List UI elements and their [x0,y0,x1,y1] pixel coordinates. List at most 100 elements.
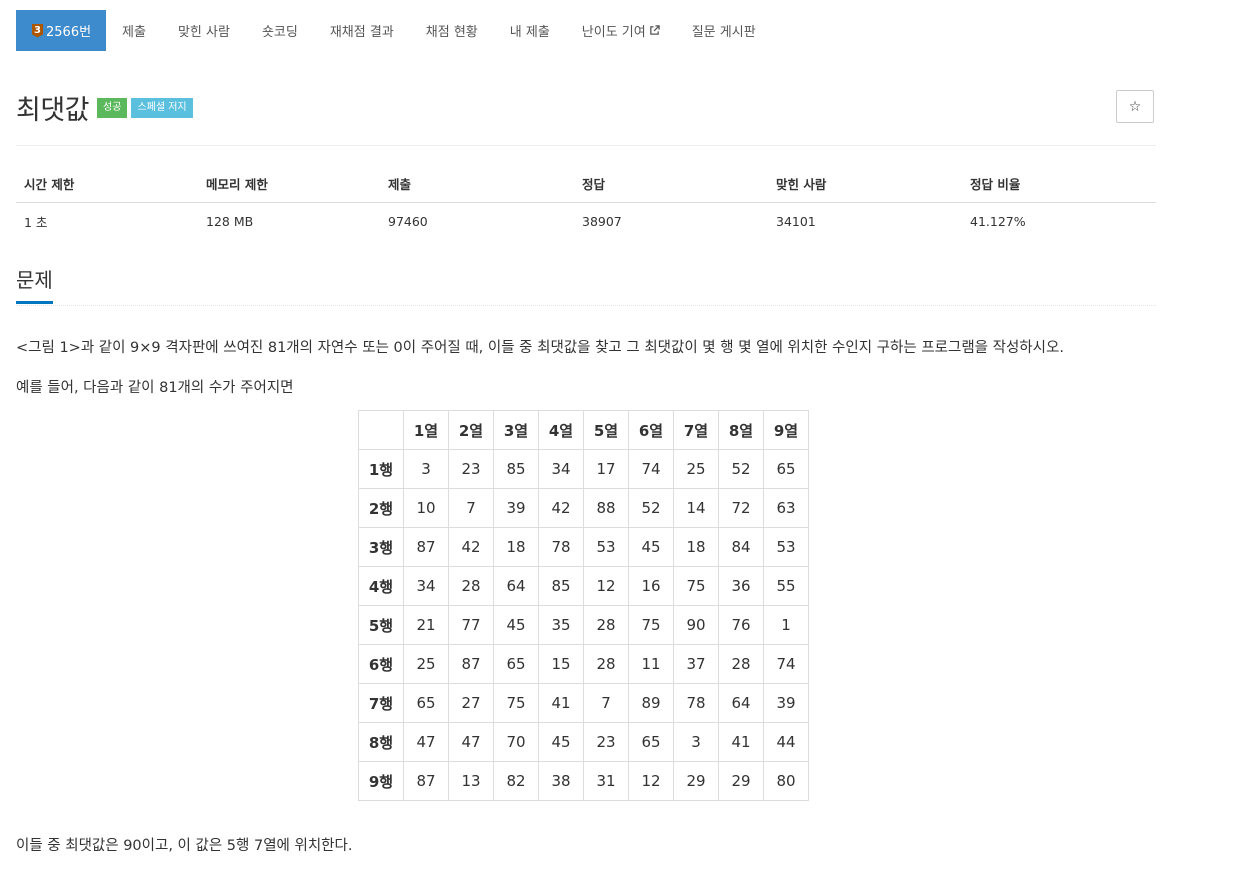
grid-cell: 18 [673,527,719,567]
grid-cell: 44 [763,722,809,762]
grid-cell: 12 [583,566,629,606]
grid-cell: 85 [538,566,584,606]
grid-row-header: 9행 [358,761,404,801]
grid-cell: 75 [673,566,719,606]
grid-cell: 88 [583,488,629,528]
grid-cell: 65 [628,722,674,762]
grid-cell: 90 [673,605,719,645]
grid-col-header: 3열 [493,410,539,450]
header-time-limit: 시간 제한 [16,165,198,203]
example-intro: 예를 들어, 다음과 같이 81개의 수가 주어지면 [16,380,294,396]
grid-cell: 12 [628,761,674,801]
grid-cell: 41 [718,722,764,762]
grid-cell: 34 [403,566,449,606]
grid-cell: 53 [583,527,629,567]
grid-cell: 45 [538,722,584,762]
grid-row: 7행 65 27 75 41 7 89 78 64 39 [358,683,809,723]
grid-cell: 42 [448,527,494,567]
grid-cell: 27 [448,683,494,723]
value-accepted: 38907 [582,214,622,229]
grid-cell: 47 [448,722,494,762]
problem-info-table: 시간 제한 메모리 제한 제출 정답 맞힌 사람 정답 비율 1 초 128 M… [16,165,1156,240]
grid-cell: 74 [763,644,809,684]
value-solved-users: 34101 [776,214,816,229]
grid-cell: 85 [493,449,539,489]
nav-solved-users[interactable]: 맞힌 사람 [162,10,246,51]
grid-cell: 74 [628,449,674,489]
special-judge-badge: 스페셜 저지 [131,97,193,118]
grid-cell: 25 [673,449,719,489]
grid-cell: 45 [493,605,539,645]
problem-title-row: 최댓값 성공 스페셜 저지 [16,88,193,127]
external-link-icon [649,25,660,35]
grid-cell: 53 [763,527,809,567]
value-submissions: 97460 [388,214,428,229]
grid-cell: 65 [763,449,809,489]
grid-cell: 36 [718,566,764,606]
grid-cell: 23 [448,449,494,489]
grid-cell: 7 [448,488,494,528]
divider [16,145,1156,146]
grid-cell: 52 [718,449,764,489]
grid-row-header: 4행 [358,566,404,606]
grid-cell: 13 [448,761,494,801]
header-submissions: 제출 [380,165,574,203]
nav-judge-status[interactable]: 채점 현황 [410,10,494,51]
nav-difficulty-contribution[interactable]: 난이도 기여 [566,10,676,51]
grid-cell: 45 [628,527,674,567]
value-time-limit: 1 초 [24,215,48,230]
grid-cell: 87 [403,761,449,801]
grid-col-header: 5열 [583,410,629,450]
nav-problem-tab[interactable]: 3 2566번 [16,10,107,51]
grid-row-header: 5행 [358,605,404,645]
grid-cell: 52 [628,488,674,528]
grid-cell: 82 [493,761,539,801]
grid-col-header: 2열 [448,410,494,450]
grid-cell: 76 [718,605,764,645]
grid-col-header: 6열 [628,410,674,450]
nav-submit[interactable]: 제출 [106,10,162,51]
nav-short-coding[interactable]: 숏코딩 [246,10,314,51]
grid-row-header: 8행 [358,722,404,762]
grid-cell: 28 [583,644,629,684]
grid-cell: 64 [493,566,539,606]
grid-cell: 77 [448,605,494,645]
grid-row: 3행 87 42 18 78 53 45 18 84 53 [358,527,809,567]
grid-cell: 18 [493,527,539,567]
grid-cell: 31 [583,761,629,801]
solved-badge: 성공 [97,97,128,118]
header-accepted: 정답 [574,165,768,203]
header-accept-ratio: 정답 비율 [962,165,1156,203]
grid-cell: 80 [763,761,809,801]
grid-cell: 23 [583,722,629,762]
grid-cell: 75 [493,683,539,723]
nav-qna-board[interactable]: 질문 게시판 [676,10,772,51]
grid-cell: 87 [403,527,449,567]
grid-row-header: 6행 [358,644,404,684]
grid-row: 1행 3 23 85 34 17 74 25 52 65 [358,449,809,489]
nav-problem-number: 2566번 [46,25,92,40]
grid-cell: 21 [403,605,449,645]
nav-my-submissions[interactable]: 내 제출 [494,10,566,51]
problem-description: <그림 1>과 같이 9×9 격자판에 쓰여진 81개의 자연수 또는 0이 주… [16,340,1064,356]
grid-cell: 14 [673,488,719,528]
grid-cell: 10 [403,488,449,528]
grid-row: 5행 21 77 45 35 28 75 90 76 1 [358,605,809,645]
example-conclusion: 이들 중 최댓값은 90이고, 이 값은 5행 7열에 위치한다. [16,838,353,854]
problem-title: 최댓값 [16,95,90,126]
grid-body: 1행 3 23 85 34 17 74 25 52 65 2행 10 7 39 42 88 52 14 72 63 3행… [358,449,809,801]
favorite-star-button[interactable]: ☆ [1116,90,1154,123]
grid-cell: 29 [673,761,719,801]
problem-nav: 3 2566번 제출 맞힌 사람 숏코딩 재채점 결과 채점 현황 내 제출 난이… [16,10,772,51]
grid-col-header: 4열 [538,410,584,450]
grid-cell: 84 [718,527,764,567]
example-grid-table: 1열 2열 3열 4열 5열 6열 7열 8열 9열 1행 3 23 85 34 17 74… [358,410,809,801]
grid-cell: 34 [538,449,584,489]
grid-cell: 42 [538,488,584,528]
grid-row: 2행 10 7 39 42 88 52 14 72 63 [358,488,809,528]
grid-cell: 35 [538,605,584,645]
nav-rejudge-results[interactable]: 재채점 결과 [314,10,410,51]
grid-cell: 63 [763,488,809,528]
grid-cell: 7 [583,683,629,723]
grid-cell: 16 [628,566,674,606]
